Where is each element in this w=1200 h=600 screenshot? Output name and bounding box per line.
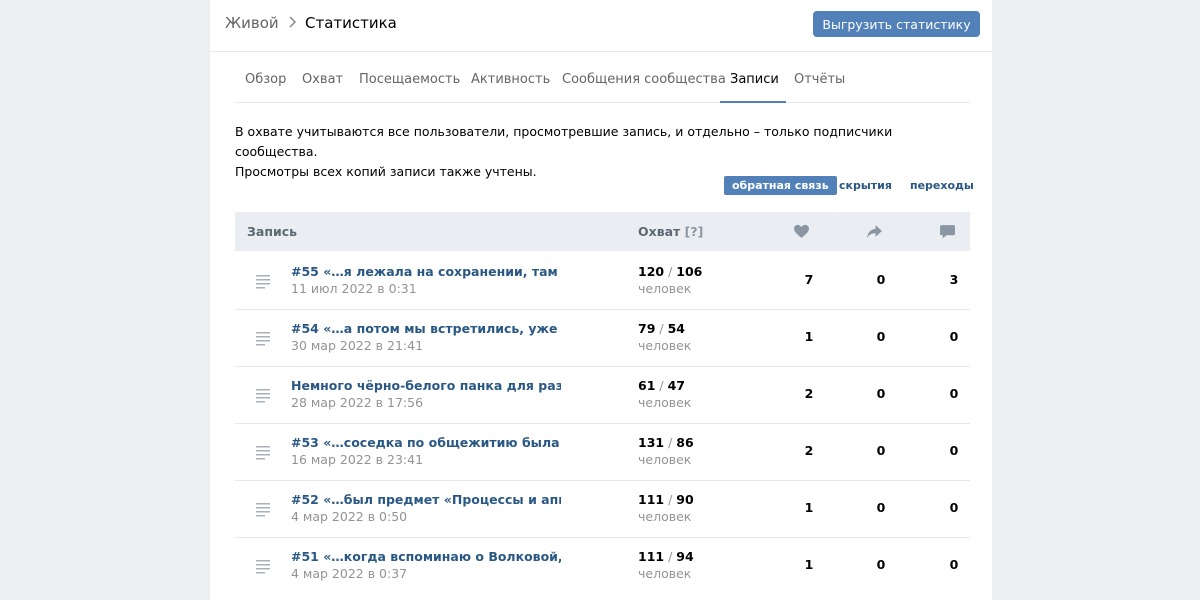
reach-total: 131: [638, 435, 665, 450]
reach-separator: /: [668, 435, 673, 450]
reach-separator: /: [668, 264, 673, 279]
col-reach-header[interactable]: Охват [?]: [638, 212, 703, 251]
reach-total: 111: [638, 492, 665, 507]
reposts-count: 0: [876, 272, 886, 287]
reach-total: 120: [638, 264, 665, 279]
reach-unit: человек: [638, 281, 692, 296]
table-row: #55 «…я лежала на сохранении, там был… 1…: [235, 252, 970, 310]
reposts-count: 0: [876, 557, 886, 572]
likes-count: 2: [804, 386, 814, 401]
tab-posts[interactable]: Записи: [720, 52, 786, 103]
reach-note-line-1: В охвате учитываются все пользователи, п…: [235, 124, 893, 159]
comments-count: 0: [949, 500, 959, 515]
reach-unit: человек: [638, 452, 692, 467]
reach-total: 111: [638, 549, 665, 564]
post-title-link[interactable]: Немного чёрно-белого панка для разно…: [291, 378, 561, 393]
reach-separator: /: [668, 492, 673, 507]
reach-value: 111 / 94: [638, 549, 694, 564]
reposts-count: 0: [876, 500, 886, 515]
post-title-link[interactable]: #51 «…когда вспоминаю о Волковой, вс…: [291, 549, 561, 564]
reach-unit: человек: [638, 566, 692, 581]
tab-reports[interactable]: Отчёты: [794, 52, 845, 102]
post-date: 28 мар 2022 в 17:56: [291, 395, 424, 410]
comments-count: 3: [949, 272, 959, 287]
text-post-icon: [256, 389, 270, 403]
heart-icon[interactable]: [793, 223, 810, 240]
post-title-link[interactable]: #52 «…был предмет «Процессы и аппар…: [291, 492, 561, 507]
reach-subscribers: 86: [676, 435, 694, 450]
chevron-right-icon: [289, 16, 296, 28]
post-date: 30 мар 2022 в 21:41: [291, 338, 424, 353]
likes-count: 1: [804, 329, 814, 344]
table-row: #53 «…соседка по общежитию была оч… 16 м…: [235, 423, 970, 481]
filter-hides[interactable]: скрытия: [831, 176, 900, 195]
post-date: 4 мар 2022 в 0:37: [291, 566, 408, 581]
col-reach-label: Охват: [638, 224, 681, 239]
tab-community-messages[interactable]: Сообщения сообщества: [562, 52, 726, 102]
filter-clicks[interactable]: переходы: [902, 176, 982, 195]
breadcrumb-root-link[interactable]: Живой: [225, 14, 279, 32]
table-row: #51 «…когда вспоминаю о Волковой, вс… 4 …: [235, 537, 970, 594]
post-title-link[interactable]: #54 «…а потом мы встретились, уже Ри…: [291, 321, 561, 336]
comments-count: 0: [949, 557, 959, 572]
tab-overview[interactable]: Обзор: [245, 52, 286, 102]
reposts-count: 0: [876, 386, 886, 401]
comments-count: 0: [949, 329, 959, 344]
stats-panel: Живой Статистика Выгрузить статистику Об…: [210, 0, 992, 600]
comment-icon[interactable]: [939, 223, 956, 240]
likes-count: 2: [804, 443, 814, 458]
post-title-link[interactable]: #53 «…соседка по общежитию была оч…: [291, 435, 561, 450]
text-post-icon: [256, 446, 270, 460]
reach-value: 111 / 90: [638, 492, 694, 507]
likes-count: 1: [804, 557, 814, 572]
comments-count: 0: [949, 443, 959, 458]
tab-traffic[interactable]: Посещаемость: [359, 52, 460, 102]
col-post-header[interactable]: Запись: [247, 212, 297, 251]
table-row: #52 «…был предмет «Процессы и аппар… 4 м…: [235, 480, 970, 538]
text-post-icon: [256, 275, 270, 289]
reach-separator: /: [659, 321, 664, 336]
export-stats-button[interactable]: Выгрузить статистику: [813, 11, 980, 37]
reach-total: 79: [638, 321, 656, 336]
reach-unit: человек: [638, 395, 692, 410]
breadcrumb-current: Статистика: [305, 14, 397, 32]
reach-total: 61: [638, 378, 656, 393]
reach-subscribers: 106: [676, 264, 703, 279]
post-date: 11 июл 2022 в 0:31: [291, 281, 417, 296]
share-icon[interactable]: [866, 223, 883, 240]
tab-activity[interactable]: Активность: [471, 52, 550, 102]
reach-unit: человек: [638, 338, 692, 353]
reach-subscribers: 47: [667, 378, 685, 393]
reach-value: 61 / 47: [638, 378, 685, 393]
reach-subscribers: 94: [676, 549, 694, 564]
page-header: Живой Статистика Выгрузить статистику: [210, 0, 992, 52]
reach-subscribers: 90: [676, 492, 694, 507]
likes-count: 7: [804, 272, 814, 287]
reach-unit: человек: [638, 509, 692, 524]
filter-feedback[interactable]: обратная связь: [724, 176, 837, 195]
reposts-count: 0: [876, 329, 886, 344]
reach-value: 79 / 54: [638, 321, 685, 336]
post-date: 16 мар 2022 в 23:41: [291, 452, 424, 467]
reach-value: 120 / 106: [638, 264, 702, 279]
reach-value: 131 / 86: [638, 435, 694, 450]
reach-help-link[interactable]: [?]: [685, 224, 704, 239]
tab-reach[interactable]: Охват: [302, 52, 343, 102]
reach-note: В охвате учитываются все пользователи, п…: [235, 122, 975, 182]
likes-count: 1: [804, 500, 814, 515]
text-post-icon: [256, 560, 270, 574]
post-title-link[interactable]: #55 «…я лежала на сохранении, там был…: [291, 264, 561, 279]
reach-subscribers: 54: [667, 321, 685, 336]
text-post-icon: [256, 332, 270, 346]
table-row: Немного чёрно-белого панка для разно… 28…: [235, 366, 970, 424]
post-date: 4 мар 2022 в 0:50: [291, 509, 408, 524]
comments-count: 0: [949, 386, 959, 401]
text-post-icon: [256, 503, 270, 517]
reposts-count: 0: [876, 443, 886, 458]
reach-separator: /: [659, 378, 664, 393]
table-header: Запись Охват [?]: [235, 212, 970, 251]
stats-tabs: Обзор Охват Посещаемость Активность Сооб…: [235, 52, 970, 103]
reach-separator: /: [668, 549, 673, 564]
table-row: #54 «…а потом мы встретились, уже Ри… 30…: [235, 309, 970, 367]
